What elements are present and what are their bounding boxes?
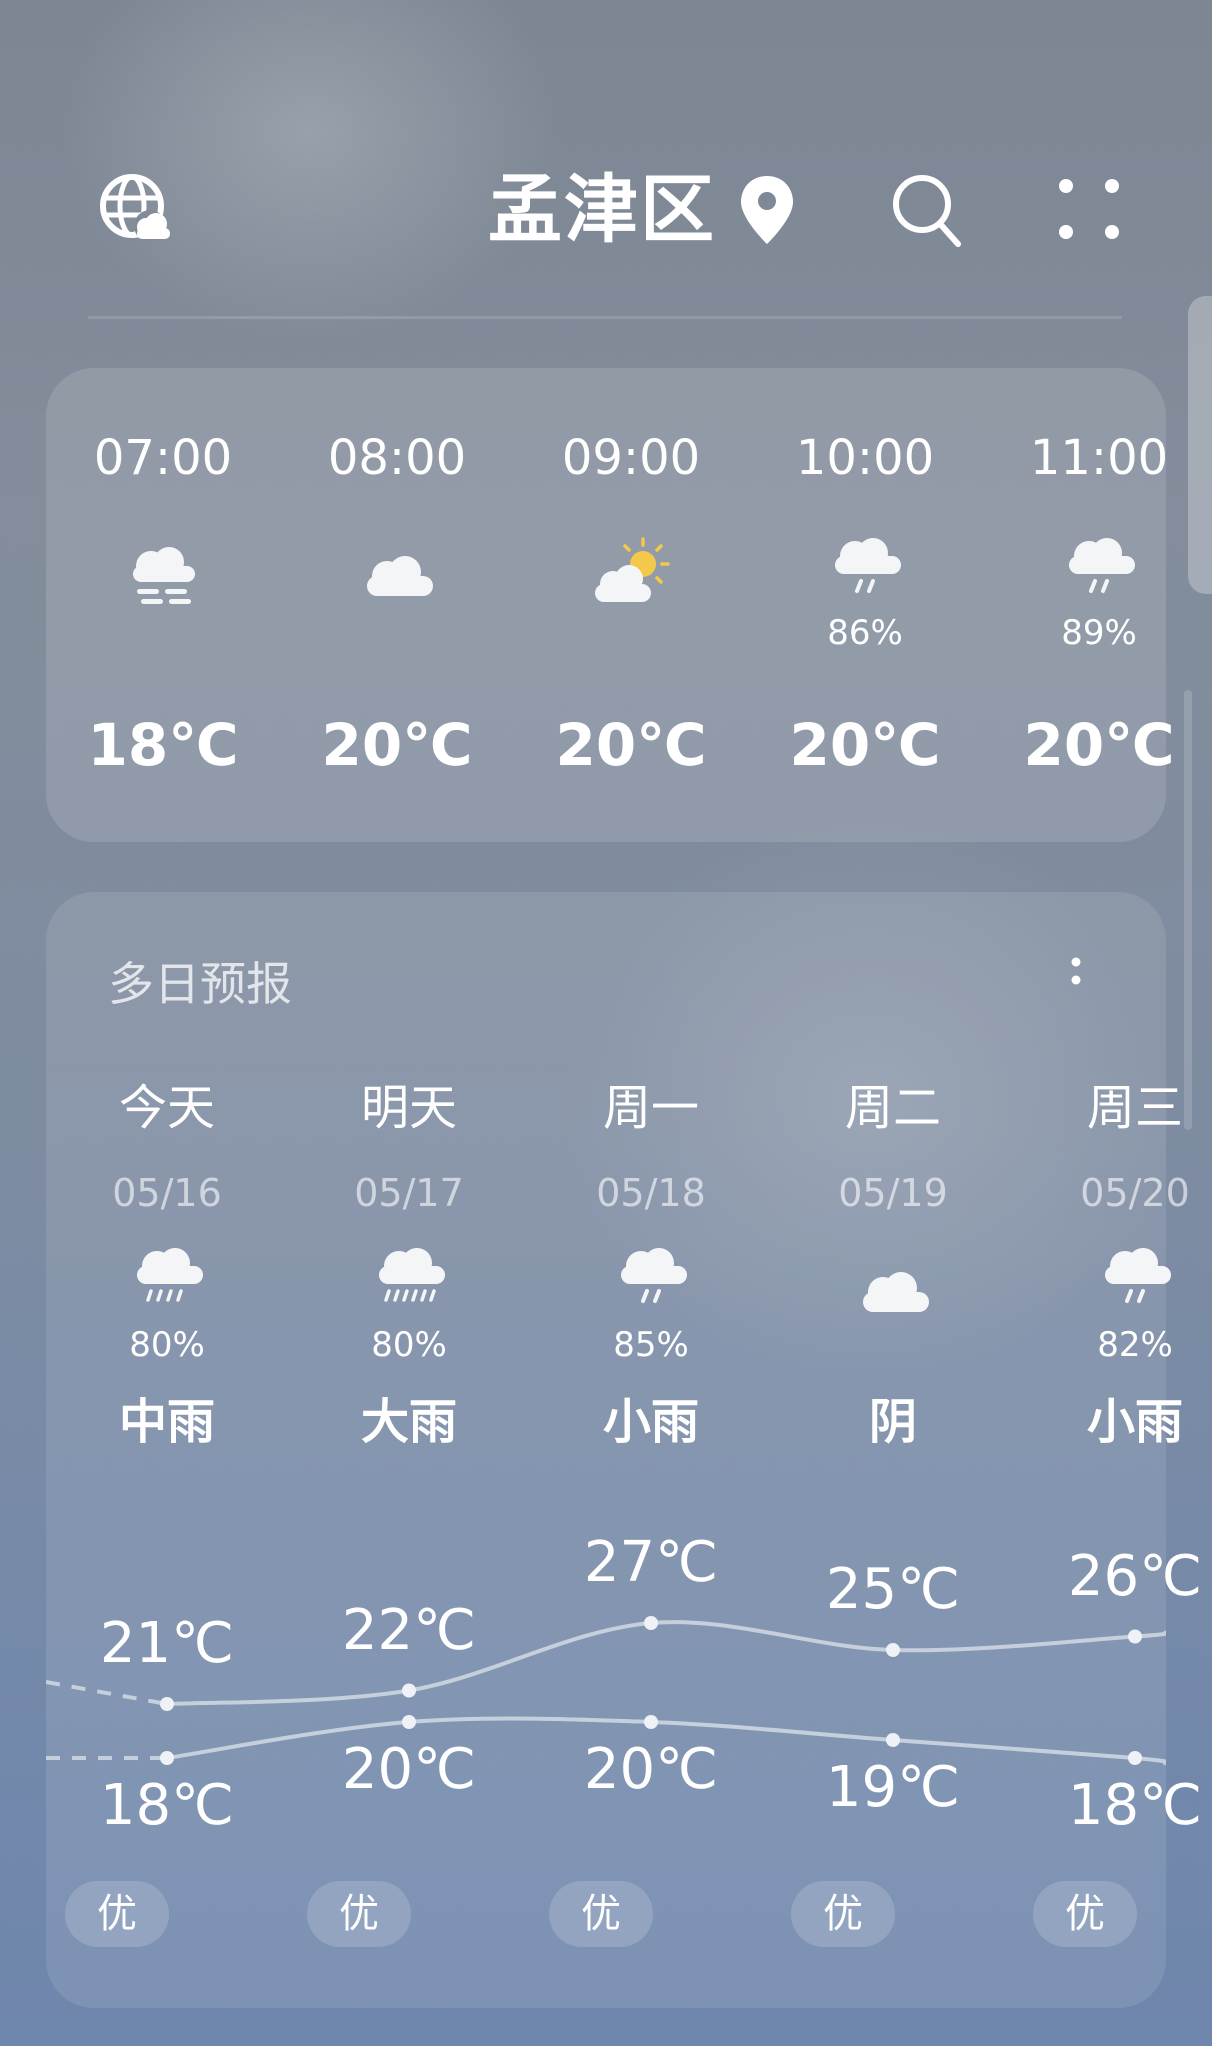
city-selector[interactable]: 孟津区	[488, 162, 796, 258]
aqi-badge[interactable]: 优	[791, 1881, 895, 1947]
hour-time: 07:00	[93, 430, 233, 486]
hour-time: 09:00	[561, 430, 701, 486]
location-pin-icon	[741, 176, 793, 244]
low-temp-curve-point	[644, 1715, 658, 1729]
hour-temp: 20℃	[1023, 711, 1175, 779]
day-precip: 85%	[613, 1325, 689, 1365]
fog-icon	[133, 547, 195, 604]
aqi-badge[interactable]: 优	[65, 1881, 169, 1947]
low-temp-label: 18℃	[1067, 1773, 1203, 1838]
daily-more-button[interactable]	[1062, 950, 1090, 1010]
globe-weather-icon	[100, 174, 170, 242]
top-bar: 孟津区	[0, 150, 1212, 270]
high-temp-label: 22℃	[341, 1597, 477, 1663]
day-weekday: 明天	[360, 1080, 457, 1136]
high-temp-label: 21℃	[99, 1611, 235, 1676]
hour-temp: 20℃	[789, 711, 941, 779]
day-date: 05/18	[596, 1171, 706, 1215]
day-weekday: 今天	[118, 1080, 215, 1136]
light-rain-icon	[835, 538, 901, 593]
search-icon	[893, 175, 961, 247]
hour-temp: 20℃	[555, 711, 707, 779]
day-condition: 小雨	[602, 1394, 699, 1450]
light-rain-icon	[1069, 538, 1135, 593]
day-weekday: 周二	[844, 1080, 941, 1136]
hourly-forecast-card[interactable]: 07:00 18℃ 08:00 20℃ 09:00 20℃ 10:00 86% …	[46, 368, 1174, 842]
high-temp-curve-point	[886, 1643, 900, 1657]
low-temp-curve-point	[886, 1733, 900, 1747]
day-condition: 小雨	[1086, 1394, 1183, 1450]
hour-temp: 20℃	[321, 711, 473, 779]
cloudy-icon	[367, 556, 433, 596]
low-temp-curve-point	[160, 1751, 174, 1765]
light-rain-icon	[1105, 1248, 1171, 1303]
high-temp-label: 26℃	[1067, 1543, 1203, 1609]
day-precip: 82%	[1097, 1325, 1173, 1365]
hour-temp: 18℃	[87, 711, 239, 779]
grid-menu-icon	[1059, 179, 1119, 239]
day-condition: 中雨	[118, 1394, 215, 1450]
hour-precip: 89%	[1061, 613, 1137, 653]
heavy-rain-icon	[379, 1248, 445, 1302]
aqi-badge[interactable]: 优	[549, 1881, 653, 1947]
hour-precip: 86%	[827, 613, 903, 653]
daily-forecast-card[interactable]: 多日预报 今天 05/16 80% 中雨 优 明天 05/17 80% 大雨 优…	[46, 892, 1202, 2008]
high-temp-curve-point	[160, 1697, 174, 1711]
day-condition: 大雨	[360, 1394, 457, 1450]
day-date: 05/16	[112, 1171, 222, 1215]
low-temp-label: 18℃	[99, 1773, 235, 1838]
day-date: 05/19	[838, 1171, 948, 1215]
menu-button[interactable]	[1056, 176, 1122, 242]
low-temp-curve-point	[402, 1715, 416, 1729]
search-button[interactable]	[888, 170, 968, 254]
high-temp-curve-point	[644, 1616, 658, 1630]
overcast-icon	[863, 1272, 929, 1312]
day-condition: 阴	[868, 1394, 917, 1450]
day-precip: 80%	[129, 1325, 205, 1365]
hour-time: 10:00	[795, 430, 935, 486]
aqi-badge[interactable]: 优	[307, 1881, 411, 1947]
header-divider	[88, 316, 1122, 319]
low-temp-curve-point	[1128, 1751, 1142, 1765]
low-temp-label: 19℃	[825, 1755, 961, 1820]
low-temp-label: 20℃	[583, 1737, 719, 1802]
temperature-trend-chart	[46, 1616, 1166, 1766]
more-vertical-icon	[1071, 957, 1081, 985]
high-temp-curve-point	[1128, 1629, 1142, 1644]
low-temp-label: 20℃	[341, 1737, 477, 1802]
day-precip: 80%	[371, 1325, 447, 1365]
high-temp-label: 25℃	[825, 1557, 961, 1622]
hour-time: 08:00	[327, 430, 467, 486]
moderate-rain-icon	[137, 1248, 203, 1302]
high-temp-label: 27℃	[583, 1530, 719, 1595]
city-manage-button[interactable]	[96, 170, 176, 250]
day-date: 05/20	[1080, 1171, 1190, 1215]
high-temp-curve-point	[402, 1683, 416, 1698]
high-temp-curve-lead-in	[46, 1680, 168, 1706]
day-date: 05/17	[354, 1171, 464, 1215]
aqi-badge[interactable]: 优	[1033, 1881, 1137, 1947]
day-weekday: 周一	[602, 1080, 699, 1136]
day-weekday: 周三	[1086, 1080, 1183, 1136]
light-rain-icon	[621, 1248, 687, 1303]
daily-forecast-title: 多日预报	[108, 957, 292, 1011]
hour-time: 11:00	[1029, 430, 1169, 486]
partly-sunny-icon	[595, 537, 670, 602]
city-name: 孟津区	[488, 167, 716, 253]
